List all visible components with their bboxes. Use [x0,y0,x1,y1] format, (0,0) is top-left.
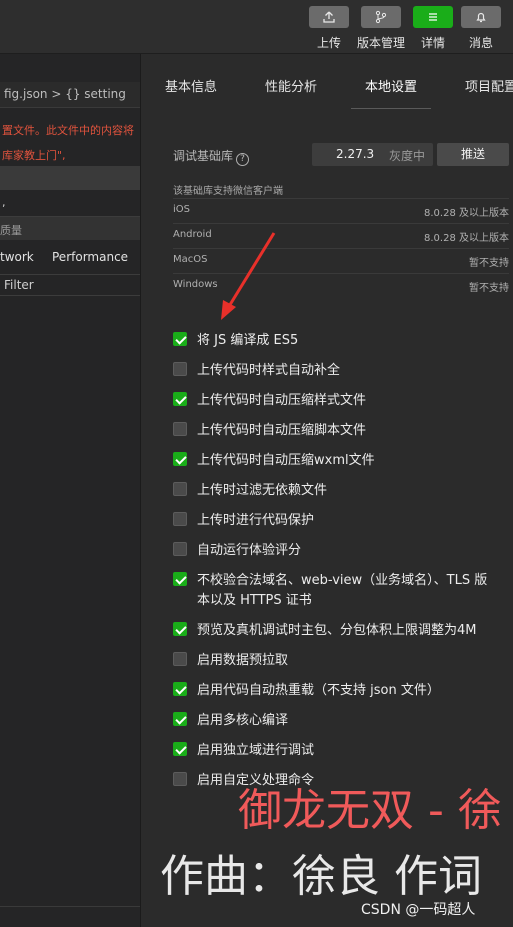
option-label: 启用独立域进行调试 [197,743,315,758]
option-checkbox[interactable] [173,362,187,376]
option-checkbox[interactable] [173,682,187,696]
option-label: 上传代码时自动压缩样式文件 [197,393,367,408]
filter-input[interactable]: Filter [0,274,140,296]
details-tabs: 基本信息 性能分析 本地设置 项目配置 [141,54,513,112]
option-label: 上传时进行代码保护 [197,513,315,528]
option-label: 上传代码时样式自动补全 [197,363,341,378]
video-caption-title: 御龙无双 - 徐 [238,785,502,836]
platform-name: iOS [173,204,190,215]
platform-row: MacOS 暂不支持 [173,248,509,272]
platform-name: MacOS [173,254,208,265]
platform-row: iOS 8.0.28 及以上版本 [173,198,509,222]
branch-icon [361,6,401,28]
option-label: 启用多核心编译 [197,713,289,728]
option-checkbox[interactable] [173,572,187,586]
debugger-tabs: twork Performance [0,244,140,270]
code-line: 库家教上门", [2,149,66,162]
left-panel: fig.json > {} setting 置文件。此文件中的内容将 库家教上门… [0,54,141,927]
option-label: 上传代码时自动压缩wxml文件 [197,453,375,468]
breadcrumb[interactable]: fig.json > {} setting [0,82,140,108]
option-checkbox[interactable] [173,482,187,496]
top-toolbar: 上传 版本管理 详情 消息 [0,0,513,54]
base-library-text: 调试基础库 [173,149,234,163]
platform-name: Windows [173,279,218,290]
tab-performance-analysis[interactable]: 性能分析 [265,76,317,95]
support-title: 该基础库支持微信客户端 [173,186,283,197]
option-checkbox[interactable] [173,712,187,726]
option-checkbox[interactable] [173,392,187,406]
option-checkbox[interactable] [173,422,187,436]
editor-highlight-band [0,166,140,190]
upload-button[interactable]: 上传 [303,6,355,51]
code-line: , [2,196,6,209]
option-label: 上传代码时自动压缩脚本文件 [197,423,367,438]
code-line: 置文件。此文件中的内容将 [2,124,134,137]
option-label: 不校验合法域名、web-view（业务域名）、TLS 版本以及 HTTPS 证书 [197,573,488,608]
option-checkbox[interactable] [173,512,187,526]
option-checkbox[interactable] [173,742,187,756]
bell-icon [461,6,501,28]
messages-label: 消息 [468,36,493,50]
platform-row: Android 8.0.28 及以上版本 [173,223,509,247]
option-label: 将 JS 编译成 ES5 [197,333,299,348]
platform-name: Android [173,229,212,240]
base-library-version: 2.27.3 [336,147,375,161]
platform-version: 暂不支持 [469,283,509,294]
option-checkbox[interactable] [173,622,187,636]
menu-icon [413,6,453,28]
tab-project-config[interactable]: 项目配置 [465,76,513,95]
platform-row: Windows 暂不支持 [173,273,509,297]
upload-icon [309,6,349,28]
option-checkbox[interactable] [173,452,187,466]
option-checkbox[interactable] [173,542,187,556]
tab-performance[interactable]: Performance [52,250,128,264]
base-library-select[interactable]: 2.27.3 灰度中 [312,143,433,166]
base-library-channel: 灰度中 [389,149,426,163]
option-checkbox[interactable] [173,652,187,666]
platform-version: 8.0.28 及以上版本 [424,208,509,219]
upload-label: 上传 [316,36,341,50]
video-caption-credits: 作曲：徐良 作词 [160,851,482,902]
option-label: 自动运行体验评分 [197,543,302,558]
option-checkbox[interactable] [173,332,187,346]
watermark: CSDN @一码超人 [361,902,476,918]
tab-network[interactable]: twork [0,250,34,264]
active-tab-indicator [351,108,431,109]
push-button[interactable]: 推送 [437,143,509,166]
option-label: 上传时过滤无依赖文件 [197,483,328,498]
option-checkbox[interactable] [173,772,187,786]
divider [0,906,140,907]
platform-version: 暂不支持 [469,258,509,269]
option-label: 启用数据预拉取 [197,653,289,668]
tab-basic-info[interactable]: 基本信息 [165,76,217,95]
details-label: 详情 [420,36,445,50]
debugger-title: 质量 [0,216,140,240]
option-label: 预览及真机调试时主包、分包体积上限调整为4M [197,623,477,638]
option-label: 启用代码自动热重载（不支持 json 文件） [197,683,440,698]
messages-button[interactable]: 消息 [455,6,507,51]
version-manage-label: 版本管理 [356,36,405,50]
help-icon[interactable]: ? [236,153,250,166]
version-manage-button[interactable]: 版本管理 [355,6,407,51]
platform-version: 8.0.28 及以上版本 [424,233,509,244]
base-library-label: 调试基础库? [173,147,250,166]
details-button[interactable]: 详情 [407,6,459,51]
tab-local-settings[interactable]: 本地设置 [365,76,417,95]
